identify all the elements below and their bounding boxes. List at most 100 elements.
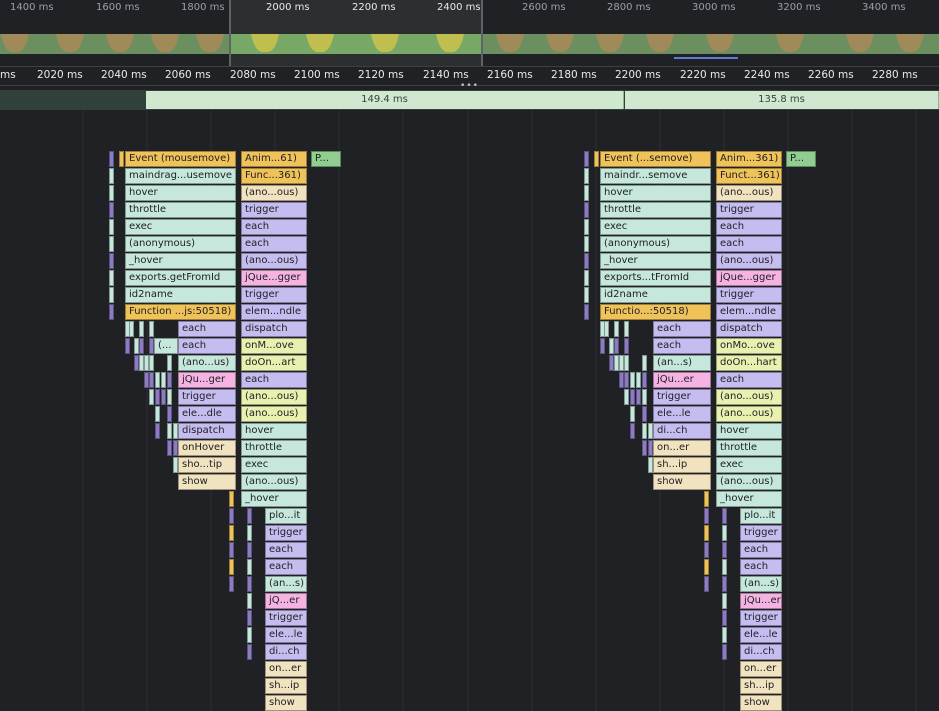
flame-block[interactable]: id2name xyxy=(600,287,711,303)
flame-block[interactable]: exec xyxy=(716,457,782,473)
flame-block[interactable] xyxy=(109,304,114,320)
flame-block[interactable] xyxy=(722,593,727,609)
flame-block[interactable] xyxy=(167,372,172,388)
flame-block[interactable] xyxy=(642,355,647,371)
flame-block[interactable] xyxy=(704,559,709,575)
flame-block[interactable] xyxy=(109,236,114,252)
flame-block[interactable] xyxy=(247,644,252,660)
flame-block[interactable]: exports.getFromId xyxy=(125,270,236,286)
flame-block[interactable]: (anonymous) xyxy=(600,236,711,252)
flame-block[interactable]: trigger xyxy=(265,525,307,541)
flame-block[interactable] xyxy=(139,321,144,337)
flame-block[interactable]: trigger xyxy=(178,389,236,405)
flame-block[interactable] xyxy=(229,508,234,524)
flame-block[interactable]: Event (mousemove) xyxy=(125,151,236,167)
flame-block[interactable] xyxy=(109,168,114,184)
flame-block[interactable] xyxy=(173,440,178,456)
flame-block[interactable] xyxy=(624,355,629,371)
flame-block[interactable]: Funct...361) xyxy=(716,168,782,184)
flame-block[interactable]: on...er xyxy=(653,440,711,456)
flame-block[interactable]: plo...it xyxy=(265,508,307,524)
flame-block[interactable]: exec xyxy=(125,219,236,235)
flame-block[interactable] xyxy=(155,389,160,405)
flame-block[interactable] xyxy=(109,270,114,286)
flame-block[interactable]: _hover xyxy=(716,491,782,507)
flame-block[interactable] xyxy=(167,406,172,422)
flame-block[interactable] xyxy=(161,389,166,405)
flame-block[interactable]: trigger xyxy=(716,287,782,303)
flame-block[interactable]: di...ch xyxy=(265,644,307,660)
flame-block[interactable] xyxy=(247,593,252,609)
flame-block[interactable]: Anim...61) xyxy=(241,151,307,167)
flame-block[interactable] xyxy=(642,372,647,388)
flame-block[interactable] xyxy=(584,236,589,252)
flame-block[interactable] xyxy=(247,559,252,575)
flame-block[interactable]: dispatch xyxy=(716,321,782,337)
flame-block[interactable] xyxy=(125,338,130,354)
flame-block[interactable] xyxy=(722,542,727,558)
flame-block[interactable]: trigger xyxy=(265,610,307,626)
flame-block[interactable] xyxy=(722,610,727,626)
flame-block[interactable]: throttle xyxy=(241,440,307,456)
flame-block[interactable] xyxy=(139,338,144,354)
flame-block[interactable] xyxy=(642,406,647,422)
flame-block[interactable]: jQu...er xyxy=(740,593,782,609)
flame-block[interactable] xyxy=(584,151,589,167)
flame-block[interactable]: sho...tip xyxy=(178,457,236,473)
flame-block[interactable]: (ano...ous) xyxy=(241,474,307,490)
flame-block[interactable] xyxy=(624,321,629,337)
flame-block[interactable] xyxy=(167,355,172,371)
flame-block[interactable] xyxy=(247,610,252,626)
flame-block[interactable]: show xyxy=(653,474,711,490)
flame-block[interactable]: elem...ndle xyxy=(716,304,782,320)
flame-block[interactable]: trigger xyxy=(241,202,307,218)
flame-block[interactable] xyxy=(624,338,629,354)
frame-block[interactable]: 135.8 ms xyxy=(625,91,939,109)
flame-block[interactable] xyxy=(109,253,114,269)
flame-block[interactable]: ele...le xyxy=(653,406,711,422)
flame-block[interactable]: maindr...semove xyxy=(600,168,711,184)
flame-block[interactable] xyxy=(229,525,234,541)
flame-block[interactable]: each xyxy=(241,219,307,235)
flame-block[interactable]: (... xyxy=(154,338,178,354)
flame-block[interactable] xyxy=(247,627,252,643)
flame-block[interactable] xyxy=(149,355,154,371)
flame-block[interactable]: jQ...er xyxy=(265,593,307,609)
flame-block[interactable]: Anim...361) xyxy=(716,151,782,167)
flame-block[interactable] xyxy=(229,491,234,507)
flame-block[interactable] xyxy=(604,321,609,337)
flame-block[interactable]: (an...s) xyxy=(265,576,307,592)
flame-block[interactable] xyxy=(704,508,709,524)
flame-block[interactable] xyxy=(229,576,234,592)
flame-block[interactable] xyxy=(247,576,252,592)
flame-block[interactable] xyxy=(149,389,154,405)
flame-block[interactable]: throttle xyxy=(716,440,782,456)
flame-block[interactable]: hover xyxy=(125,185,236,201)
flame-block[interactable]: elem...ndle xyxy=(241,304,307,320)
flame-block[interactable] xyxy=(167,440,172,456)
flame-block[interactable] xyxy=(630,406,635,422)
flame-block[interactable]: each xyxy=(653,321,711,337)
flame-block[interactable] xyxy=(247,508,252,524)
flame-block[interactable] xyxy=(636,389,641,405)
flame-block[interactable] xyxy=(155,423,160,439)
flame-block[interactable]: (ano...ous) xyxy=(716,406,782,422)
frame-block[interactable]: 149.4 ms xyxy=(146,91,624,109)
flame-block[interactable]: (an...s) xyxy=(740,576,782,592)
flame-block[interactable]: id2name xyxy=(125,287,236,303)
flame-block[interactable]: each xyxy=(716,219,782,235)
timeline-overview[interactable]: 1400 ms 1600 ms 1800 ms 2000 ms 2200 ms 2400 … xyxy=(0,0,939,66)
flame-block[interactable]: P... xyxy=(786,151,816,167)
flame-block[interactable]: onM...ove xyxy=(241,338,307,354)
frames-track[interactable]: 149.4 ms 135.8 ms xyxy=(0,90,939,110)
flame-block[interactable]: hover xyxy=(716,423,782,439)
flame-block[interactable] xyxy=(630,372,635,388)
flame-block[interactable] xyxy=(704,491,709,507)
flame-block[interactable] xyxy=(722,559,727,575)
flame-block[interactable]: maindrag...usemove xyxy=(125,168,236,184)
flame-block[interactable]: on...er xyxy=(265,661,307,677)
flame-block[interactable] xyxy=(173,457,178,473)
flame-block[interactable] xyxy=(642,440,647,456)
flame-block[interactable]: Func...361) xyxy=(241,168,307,184)
flame-block[interactable] xyxy=(229,542,234,558)
